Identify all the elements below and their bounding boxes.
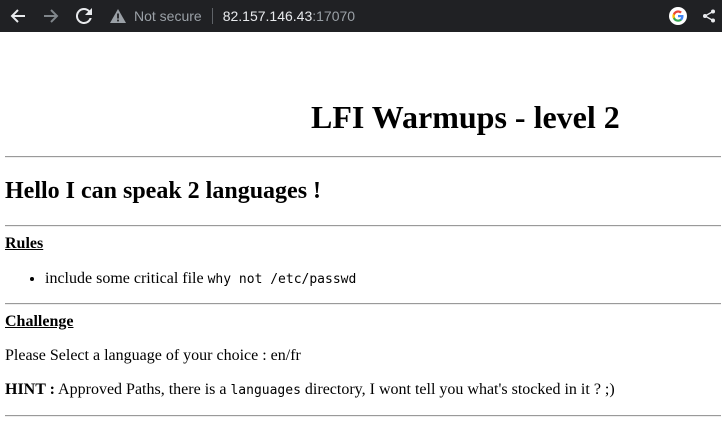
warning-icon[interactable]	[110, 9, 126, 23]
hint-line: HINT : Approved Paths, there is a langua…	[5, 381, 615, 399]
back-arrow-icon[interactable]	[8, 0, 28, 32]
browser-toolbar: Not secure 82.157.146.43:17070	[0, 0, 722, 32]
divider-3	[5, 303, 721, 305]
share-icon[interactable]	[700, 0, 718, 32]
url-port[interactable]: :17070	[312, 8, 355, 24]
divider-1	[5, 156, 721, 158]
address-bar[interactable]: Not secure 82.157.146.43:17070	[110, 0, 650, 32]
hint-label: HINT :	[5, 381, 55, 398]
google-icon[interactable]	[668, 0, 688, 32]
divider-2	[5, 225, 721, 227]
forward-arrow-icon[interactable]	[41, 0, 61, 32]
rules-list: include some critical file why not /etc/…	[5, 270, 356, 288]
hint-text-after: directory, I wont tell you what's stocke…	[300, 381, 615, 398]
rules-heading: Rules	[5, 235, 44, 252]
hint-text-before: Approved Paths, there is a	[54, 381, 231, 398]
hello-heading: Hello I can speak 2 languages !	[5, 178, 322, 204]
rules-list-item: include some critical file why not /etc/…	[45, 270, 356, 288]
hint-code: languages	[230, 383, 301, 398]
not-secure-label[interactable]: Not secure	[134, 8, 202, 24]
rule-text: include some critical file	[45, 270, 208, 287]
reload-icon[interactable]	[74, 0, 94, 32]
divider-4	[5, 415, 721, 417]
challenge-heading: Challenge	[5, 313, 74, 330]
url-host[interactable]: 82.157.146.43	[223, 8, 313, 24]
rule-code: why not /etc/passwd	[207, 272, 357, 287]
address-divider	[211, 8, 213, 24]
language-prompt: Please Select a language of your choice …	[5, 347, 301, 364]
page-title: LFI Warmups - level 2	[311, 99, 620, 135]
